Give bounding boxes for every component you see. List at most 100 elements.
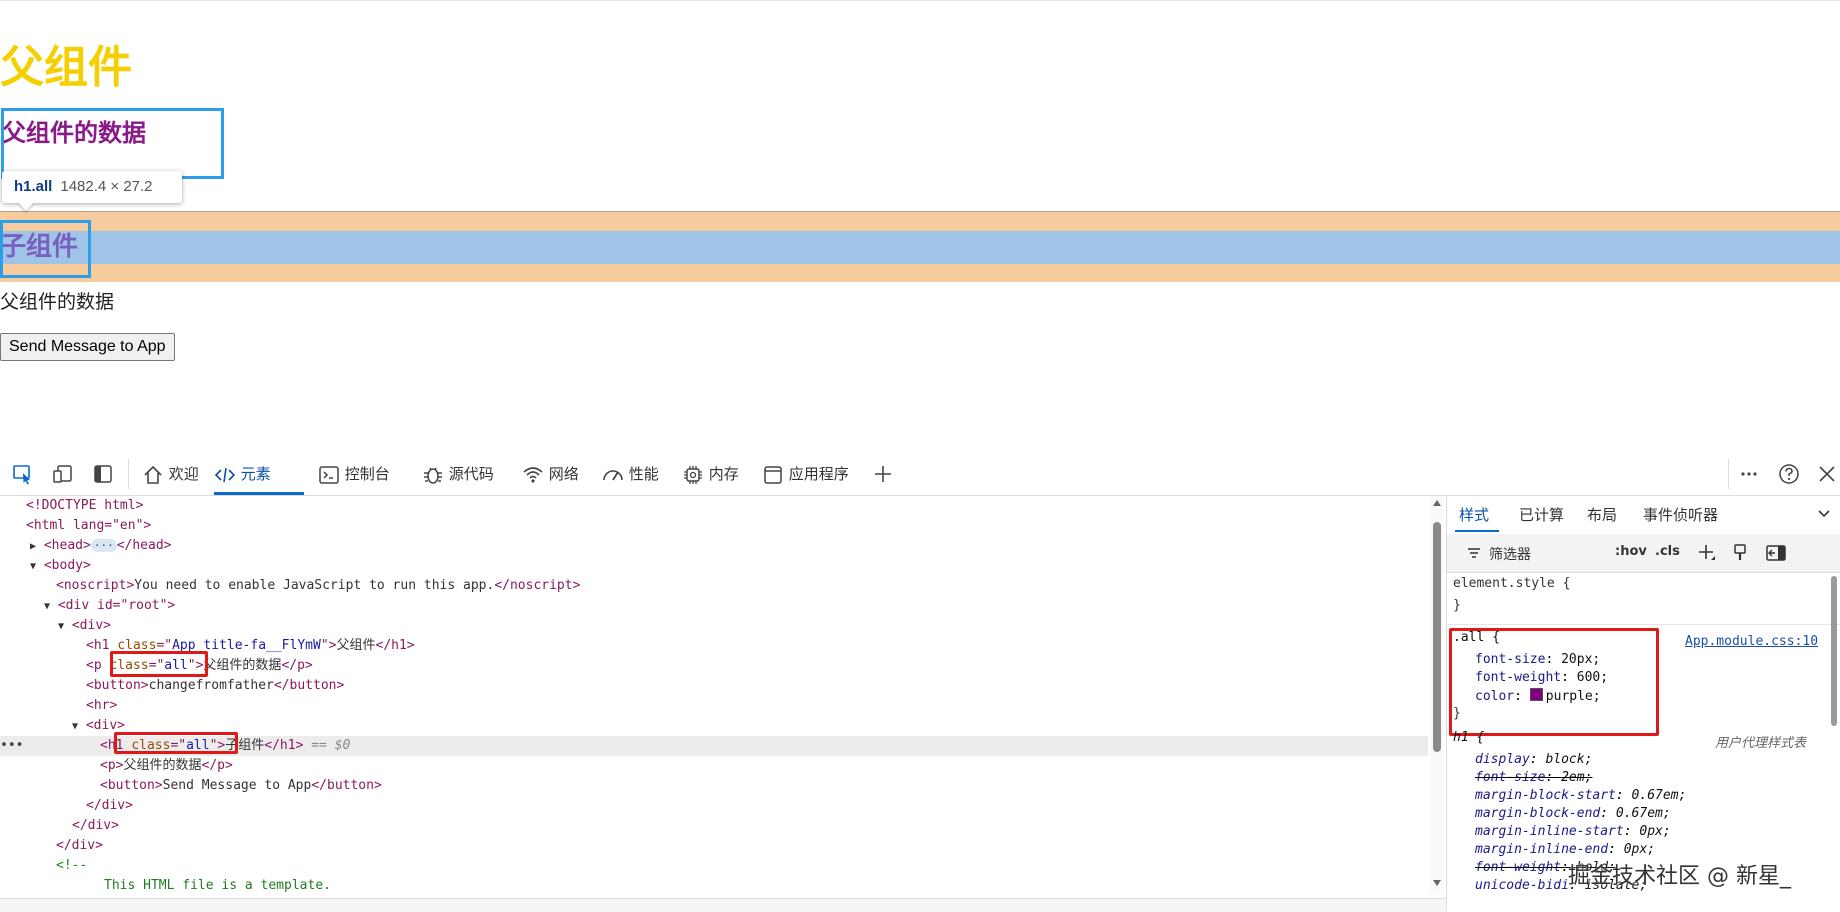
- tab-label: 元素: [240, 465, 271, 483]
- breadcrumb: [0, 898, 1446, 912]
- elements-panel: <!DOCTYPE html> <html lang="en"> ▶ <head…: [0, 496, 1428, 901]
- tab-styles[interactable]: 样式: [1459, 504, 1489, 525]
- inspect-element-icon[interactable]: [12, 463, 34, 490]
- cls-toggle[interactable]: .cls: [1655, 544, 1680, 559]
- scroll-down-icon[interactable]: [1433, 880, 1441, 886]
- tab-label: 网络: [548, 465, 579, 483]
- dom-line[interactable]: <noscript>You need to enable JavaScript …: [56, 576, 580, 596]
- styles-scrollbar-thumb[interactable]: [1831, 576, 1837, 726]
- dom-line-selected[interactable]: •••: [0, 736, 23, 756]
- node-text: changefromfather: [148, 678, 274, 693]
- page-viewport: 父组件 父组件的数据 子组件 h1.all 1482.4 × 27.2 父组件的数…: [0, 0, 1840, 454]
- help-icon[interactable]: [1778, 463, 1800, 490]
- expand-icon[interactable]: ▶: [30, 541, 36, 552]
- tab-application[interactable]: 应用程序: [762, 453, 849, 495]
- tab-welcome[interactable]: 欢迎: [142, 453, 199, 495]
- head-close-tag: </head>: [116, 538, 172, 553]
- collapse-icon[interactable]: ▼: [30, 561, 36, 572]
- dom-line[interactable]: ▶ <head> ··· </head>: [30, 536, 172, 556]
- root-div-tag: <div id="root">: [57, 598, 176, 613]
- tab-indicator: [1455, 530, 1499, 532]
- collapse-icon[interactable]: ▼: [72, 721, 78, 732]
- tab-sources[interactable]: 源代码: [422, 453, 494, 495]
- node-text: 父组件: [336, 638, 376, 653]
- collapse-icon[interactable]: ▼: [44, 601, 50, 612]
- console-icon: [319, 465, 339, 484]
- scrollbar-thumb[interactable]: [1433, 522, 1441, 752]
- highlight-box-parent: [1, 108, 224, 179]
- add-tab-icon[interactable]: [872, 463, 894, 490]
- ellipsis-badge[interactable]: ···: [90, 539, 117, 552]
- body-tag: <body>: [43, 558, 91, 573]
- row-menu-icon[interactable]: •••: [0, 738, 23, 753]
- styles-filter-bar: 筛选器 :hov .cls: [1447, 534, 1840, 573]
- div-close-tag: </div>: [72, 818, 119, 833]
- ua-property-overridden: font-size: 2em;: [1475, 770, 1593, 785]
- tab-event-listeners[interactable]: 事件侦听器: [1643, 504, 1718, 525]
- dom-line[interactable]: <!--: [56, 856, 87, 876]
- filter-input[interactable]: 筛选器: [1489, 544, 1531, 564]
- paint-brush-icon[interactable]: [1731, 543, 1749, 567]
- tab-network[interactable]: 网络: [522, 453, 579, 495]
- computed-sidebar-icon[interactable]: [1765, 543, 1787, 567]
- tab-label: 控制台: [344, 465, 390, 483]
- dom-line[interactable]: </div>: [86, 796, 133, 816]
- tab-layout[interactable]: 布局: [1587, 504, 1617, 525]
- rule-source-link[interactable]: App.module.css:10: [1685, 634, 1818, 649]
- tabbar-divider-right: [1728, 459, 1729, 489]
- dom-line[interactable]: <hr>: [86, 696, 117, 716]
- dom-line[interactable]: <!DOCTYPE html>: [26, 496, 143, 516]
- watermark: 掘金技术社区 @ 新星_: [1568, 864, 1791, 889]
- ua-selector: h1 {: [1453, 730, 1485, 745]
- div-tag: <div>: [71, 618, 111, 633]
- sidebar-toggle-icon[interactable]: [92, 463, 114, 490]
- inspect-tooltip: h1.all 1482.4 × 27.2: [2, 171, 182, 203]
- dom-line[interactable]: <button>Send Message to App</button>: [100, 776, 382, 796]
- dom-line[interactable]: ▼ <body>: [30, 556, 91, 576]
- gauge-icon: [603, 469, 623, 480]
- devtools-tabbar: 欢迎 元素 控制台 源代码 网络 性能 内存 应用程序: [0, 453, 1840, 496]
- close-icon[interactable]: [1816, 463, 1838, 490]
- annotation-red-box: [110, 651, 208, 677]
- node-text: 父组件的数据: [203, 658, 282, 673]
- chevron-down-icon[interactable]: [1817, 506, 1831, 524]
- page-title: 父组件: [0, 42, 132, 93]
- hov-toggle[interactable]: :hov: [1615, 544, 1647, 559]
- noscript-tag: <noscript>: [56, 578, 135, 593]
- dom-line[interactable]: </div>: [56, 836, 103, 856]
- dom-line[interactable]: This HTML file is a template.: [104, 876, 331, 896]
- send-message-button[interactable]: Send Message to App: [0, 333, 175, 361]
- elements-scrollbar[interactable]: [1430, 496, 1444, 894]
- bug-icon: [424, 467, 442, 484]
- code-tags-icon: [214, 467, 236, 482]
- memory-chip-icon: [684, 465, 702, 484]
- tab-label: 应用程序: [788, 465, 849, 483]
- tab-performance[interactable]: 性能: [602, 453, 659, 495]
- dom-line[interactable]: <p>父组件的数据</p>: [100, 756, 233, 776]
- filter-icon: [1467, 546, 1481, 564]
- new-rule-icon[interactable]: [1697, 543, 1717, 567]
- device-emulation-icon[interactable]: [52, 463, 74, 490]
- tab-memory[interactable]: 内存: [682, 453, 739, 495]
- tab-elements[interactable]: 元素: [214, 453, 304, 495]
- dom-line[interactable]: <html lang="en">: [26, 516, 151, 536]
- tabbar-divider: [128, 459, 129, 489]
- tab-label: 欢迎: [168, 465, 199, 483]
- tab-computed[interactable]: 已计算: [1519, 504, 1564, 525]
- rule-divider: [1447, 624, 1840, 625]
- tab-console[interactable]: 控制台: [318, 453, 390, 495]
- element-style-close: }: [1453, 598, 1461, 613]
- scroll-up-icon[interactable]: [1433, 500, 1441, 506]
- div-close-tag: </div>: [86, 798, 133, 813]
- ua-stylesheet-label: 用户代理样式表: [1715, 736, 1807, 751]
- dom-line[interactable]: <button>changefromfather</button>: [86, 676, 344, 696]
- ua-property: margin-block-end: 0.67em;: [1475, 806, 1671, 821]
- annotation-red-box: [114, 732, 238, 754]
- collapse-icon[interactable]: ▼: [58, 621, 64, 632]
- noscript-close-tag: </noscript>: [494, 578, 581, 593]
- dom-line[interactable]: ▼ <div>: [58, 616, 111, 636]
- dom-line[interactable]: ▼ <div id="root">: [44, 596, 175, 616]
- ua-property: margin-block-start: 0.67em;: [1475, 788, 1687, 803]
- dom-line[interactable]: </div>: [72, 816, 119, 836]
- more-options-icon[interactable]: [1738, 463, 1760, 490]
